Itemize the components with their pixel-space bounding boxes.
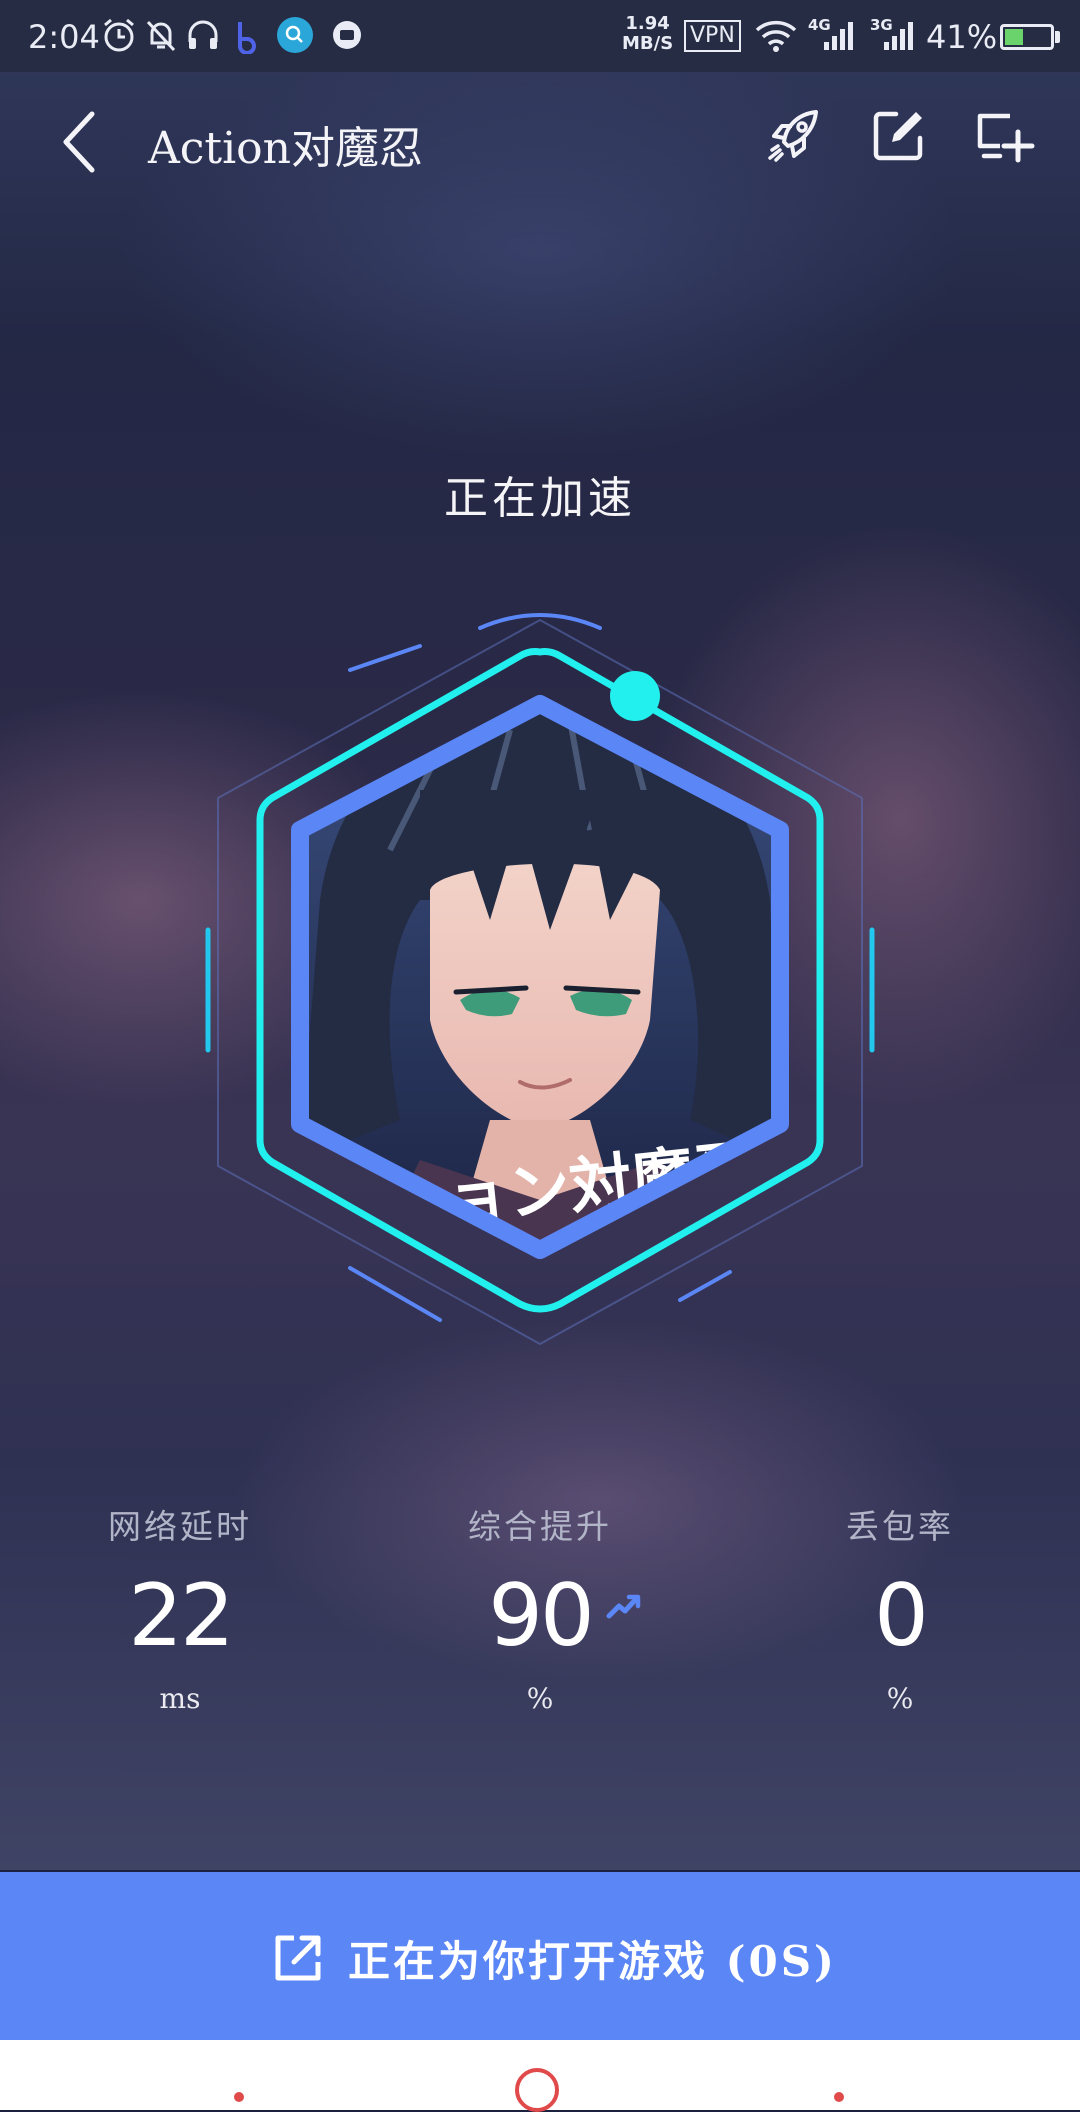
acceleration-status-title: 正在加速 [444,473,636,524]
stat-label: 丢包率 [846,1507,954,1546]
nav-menu-button[interactable] [234,2092,244,2102]
battery-icon [1000,24,1054,50]
stat-latency: 网络延时 22 ms [30,1500,330,1715]
stat-label: 网络延时 [108,1507,252,1546]
vpn-badge: VPN [684,20,741,52]
stat-value: 0 [874,1566,929,1666]
rocket-icon[interactable] [762,102,828,168]
nav-back-button[interactable] [834,2092,844,2102]
net-speed-unit: MB/S [622,33,674,54]
net-speed: 1.94 MB/S [622,14,673,54]
signal-2-icon [884,22,913,50]
open-game-button[interactable]: 正在为你打开游戏 (0S) [0,1872,1080,2040]
battery-fill [1005,29,1023,45]
headphones-icon [188,20,218,49]
battery-percent: 41% [926,18,998,56]
search-app-icon [277,17,313,53]
app-bar: Action对魔忍 [0,72,1080,212]
page-title: Action对魔忍 [148,123,423,174]
stat-unit: % [886,1682,914,1715]
alarm-icon [104,18,134,52]
open-game-label: 正在为你打开游戏 (0S) [348,1936,837,1986]
stat-label: 综合提升 [468,1507,612,1546]
app-b-icon [238,22,256,54]
edit-icon[interactable] [866,102,932,168]
stat-value: 22 [128,1566,234,1666]
stat-overall-boost: 综合提升 90 % [390,1500,690,1715]
signal-icon [824,22,853,50]
stat-unit: ms [159,1682,201,1715]
net-speed-value: 1.94 [625,13,670,34]
nav-home-button[interactable] [515,2068,559,2112]
system-nav-bar [0,2040,1080,2112]
mute-bell-icon [146,20,176,52]
add-to-desktop-icon[interactable] [970,102,1036,168]
back-arrow-icon[interactable] [56,102,106,182]
stat-packet-loss: 丢包率 0 % [750,1500,1050,1715]
message-app-icon [333,21,361,49]
battery-nub [1055,31,1060,43]
wifi-icon [755,20,797,52]
accelerator-hexagon: クション対魔忍 [190,600,890,1380]
status-bar: 2:04 1.94 MB/S VPN 4G 3G 41% [0,0,1080,72]
stat-value: 90 [488,1566,594,1666]
trend-up-icon [606,1594,641,1619]
external-open-icon [275,1935,321,1981]
open-game-button-content: 正在为你打开游戏 (0S) [272,1928,837,1988]
hexagon-graphic: クション対魔忍 [205,613,875,1345]
status-time: 2:04 [28,18,100,56]
stat-unit: % [526,1682,554,1715]
